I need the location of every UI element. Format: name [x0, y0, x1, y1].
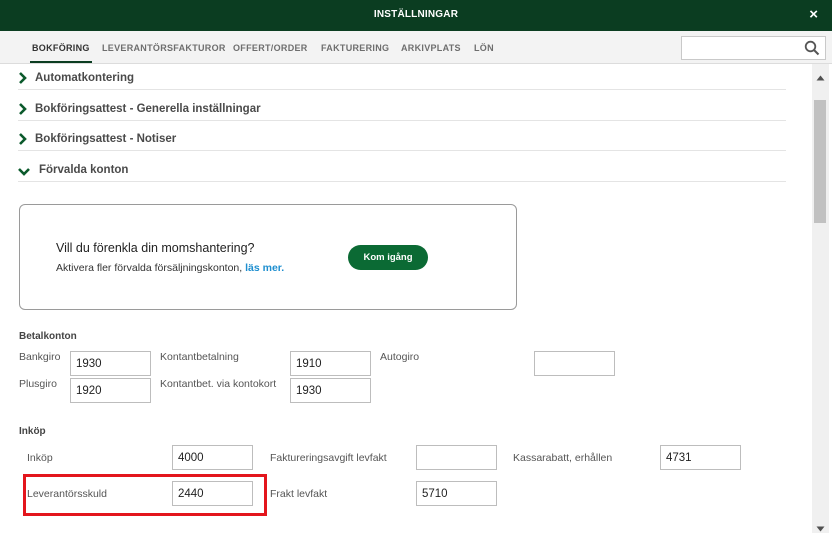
- accordion-bokforingsattest-generella[interactable]: Bokföringsattest - Generella inställning…: [18, 97, 786, 121]
- tab-lon[interactable]: LÖN: [474, 43, 494, 53]
- promo-box: Vill du förenkla din momshantering? Akti…: [19, 204, 517, 310]
- title-bar: INSTÄLLNINGAR ×: [0, 0, 832, 31]
- accordion-forvalda-konton[interactable]: Förvalda konton: [18, 158, 786, 182]
- get-started-button[interactable]: Kom igång: [348, 245, 428, 270]
- accordion-bokforingsattest-notiser[interactable]: Bokföringsattest - Notiser: [18, 127, 786, 151]
- promo-text: Aktivera fler förvalda försäljningskonto…: [56, 262, 284, 274]
- bankgiro-field[interactable]: 1930: [70, 351, 151, 376]
- label-kontantbet-kontokort: Kontantbet. via kontokort: [160, 378, 277, 390]
- label-plusgiro: Plusgiro: [19, 378, 57, 390]
- tab-fakturering[interactable]: FAKTURERING: [321, 43, 389, 53]
- tab-arkivplats[interactable]: ARKIVPLATS: [401, 43, 461, 53]
- vertical-scrollbar[interactable]: [812, 64, 829, 533]
- section-heading-inkop: Inköp: [19, 426, 46, 437]
- accordion-label: Bokföringsattest - Notiser: [35, 133, 177, 145]
- scrollbar-thumb[interactable]: [814, 100, 826, 223]
- kontantbet-kontokort-field[interactable]: 1930: [290, 378, 371, 403]
- label-autogiro: Autogiro: [380, 351, 420, 363]
- close-icon[interactable]: ×: [809, 7, 818, 23]
- chevron-right-icon: [18, 132, 28, 150]
- kassarabatt-field[interactable]: 4731: [660, 445, 741, 470]
- label-frakt: Frakt levfakt: [270, 488, 328, 500]
- autogiro-field[interactable]: [534, 351, 615, 376]
- tab-bokforing[interactable]: BOKFÖRING: [30, 43, 92, 63]
- kontantbetalning-field[interactable]: 1910: [290, 351, 371, 376]
- scroll-up-arrow-icon[interactable]: [816, 68, 825, 86]
- tab-offert-order[interactable]: OFFERT/ORDER: [233, 43, 308, 53]
- read-more-link[interactable]: läs mer.: [245, 262, 284, 274]
- chevron-right-icon: [18, 102, 28, 120]
- search-icon[interactable]: [804, 40, 820, 61]
- inkop-field[interactable]: 4000: [172, 445, 253, 470]
- label-inkop: Inköp: [27, 452, 53, 464]
- section-heading-betalkonton: Betalkonton: [19, 331, 77, 342]
- faktureringsavgift-field[interactable]: [416, 445, 497, 470]
- promo-text-body: Aktivera fler förvalda försäljningskonto…: [56, 262, 243, 274]
- scroll-down-arrow-icon[interactable]: [816, 519, 825, 533]
- window-title: INSTÄLLNINGAR: [373, 9, 459, 20]
- accordion-label: Bokföringsattest - Generella inställning…: [35, 103, 261, 115]
- frakt-field[interactable]: 5710: [416, 481, 497, 506]
- accordion-label: Automatkontering: [35, 72, 135, 84]
- promo-title: Vill du förenkla din momshantering?: [56, 241, 255, 255]
- label-faktureringsavgift: Faktureringsavgift levfakt: [270, 452, 387, 464]
- chevron-down-icon: [18, 164, 30, 182]
- plusgiro-field[interactable]: 1920: [70, 378, 151, 403]
- highlight-box: [23, 474, 267, 516]
- accordion-automatkontering[interactable]: Automatkontering: [18, 66, 786, 90]
- label-kontantbetalning: Kontantbetalning: [160, 351, 239, 363]
- accordion-label: Förvalda konton: [39, 164, 129, 176]
- search-input[interactable]: [681, 36, 826, 60]
- label-kassarabatt: Kassarabatt, erhållen: [513, 452, 613, 464]
- label-bankgiro: Bankgiro: [19, 351, 61, 363]
- chevron-right-icon: [18, 71, 28, 89]
- tab-leverantorsfakturor[interactable]: LEVERANTÖRSFAKTUROR: [102, 43, 226, 53]
